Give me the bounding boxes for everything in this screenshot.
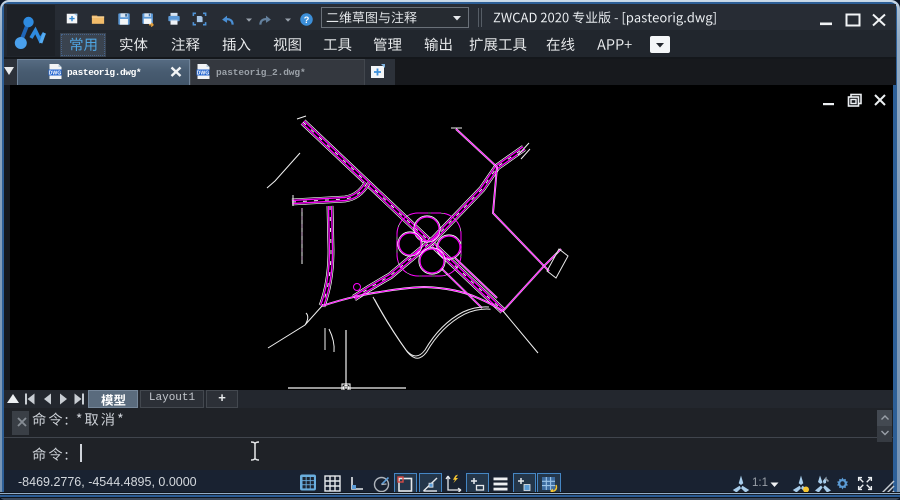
svg-text:DWG: DWG: [197, 71, 210, 77]
svg-text:DWG: DWG: [49, 71, 62, 77]
svg-text:?: ?: [304, 15, 310, 25]
